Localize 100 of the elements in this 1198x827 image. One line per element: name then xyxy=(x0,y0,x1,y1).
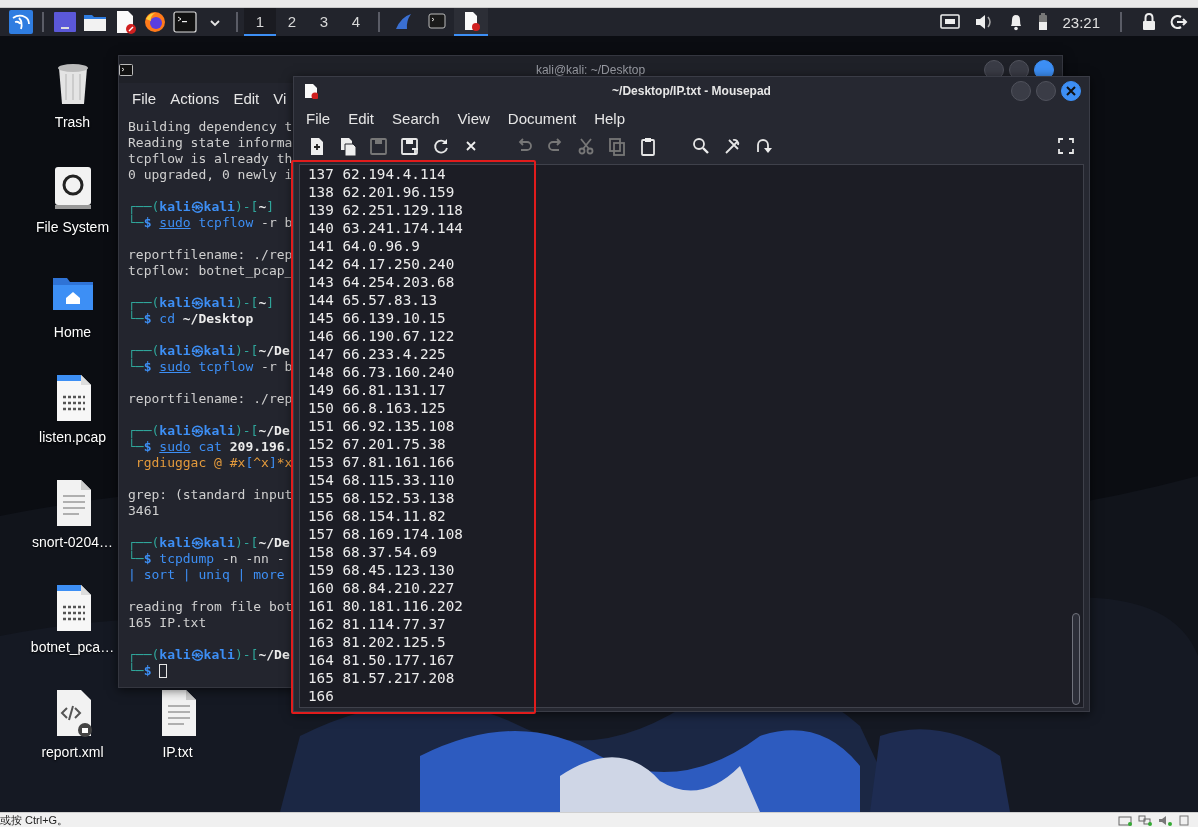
open-file-icon[interactable] xyxy=(338,137,357,156)
menu-item[interactable]: Edit xyxy=(233,89,260,107)
terminal-text: sudo xyxy=(159,439,191,455)
text-line: 143 64.254.203.68 xyxy=(308,273,455,291)
text-line: 156 68.154.11.82 xyxy=(308,507,446,525)
terminal-icon[interactable] xyxy=(173,10,197,34)
icon-label[interactable]: Home xyxy=(53,324,92,340)
text-line: 144 65.57.83.13 xyxy=(308,291,438,309)
text-line: 139 62.251.129.118 xyxy=(308,201,463,219)
text-line: 164 81.50.177.167 xyxy=(308,651,455,669)
find-replace-icon[interactable] xyxy=(723,137,742,156)
menu-item[interactable]: Edit xyxy=(348,110,375,127)
terminal-text: $ xyxy=(143,359,153,375)
terminal-text: kali㉿kali xyxy=(159,535,235,551)
icon-label[interactable]: Trash xyxy=(54,114,91,130)
terminal-text: ] xyxy=(268,455,277,471)
window-icon[interactable] xyxy=(1178,814,1190,826)
audio-icon[interactable] xyxy=(1158,814,1172,826)
save-as-icon[interactable] xyxy=(400,137,419,156)
text-line: 137 62.194.4.114 xyxy=(308,165,446,183)
window-title: kali@kali: ~/Desktop xyxy=(535,62,646,77)
taskbar-button[interactable] xyxy=(454,8,488,36)
terminal-text: 165 IP.txt xyxy=(128,615,207,631)
terminal-text: kali㉿kali xyxy=(159,199,235,215)
firefox-icon[interactable] xyxy=(143,10,167,34)
menu-item[interactable]: Actions xyxy=(170,89,220,107)
workspace-tab[interactable]: 4 xyxy=(340,8,372,36)
close-button[interactable] xyxy=(1061,81,1081,101)
text-line: 162 81.114.77.37 xyxy=(308,615,446,633)
network-icon[interactable] xyxy=(940,14,961,30)
workspace-tab[interactable]: 2 xyxy=(276,8,308,36)
text-line: 153 67.81.161.166 xyxy=(308,453,455,471)
terminal-text: sudo xyxy=(159,359,191,375)
terminal-text: kali㉿kali xyxy=(159,647,235,663)
terminal-text: kali㉿kali xyxy=(159,423,235,439)
workspace-tab[interactable]: 3 xyxy=(308,8,340,36)
terminal-text: rgdiuggac @ #x xyxy=(134,455,246,471)
workspace-icon[interactable] xyxy=(53,10,77,34)
terminal-text: ~/Desktop xyxy=(181,311,254,327)
window-title: ~/Desktop/IP.txt - Mousepad xyxy=(612,84,771,98)
text-line: 159 68.45.123.130 xyxy=(308,561,455,579)
text-line: 165 81.57.217.208 xyxy=(308,669,455,687)
terminal-text: ^x xyxy=(253,455,269,471)
battery-icon[interactable] xyxy=(1038,13,1049,31)
text-area[interactable] xyxy=(299,164,1084,708)
terminal-text: ] xyxy=(266,199,275,215)
terminal-text: [ xyxy=(245,455,254,471)
kali-dragon-icon[interactable] xyxy=(9,10,33,34)
text-line: 166 xyxy=(308,687,334,705)
paste-icon[interactable] xyxy=(639,137,658,156)
workspace-tab[interactable]: 1 xyxy=(244,8,276,36)
icon-label[interactable]: File System xyxy=(35,219,110,235)
logout-icon[interactable] xyxy=(1170,13,1188,31)
menu-item[interactable]: View xyxy=(457,110,490,127)
clock[interactable]: 23:21 xyxy=(1062,13,1100,31)
text-line: 157 68.169.174.108 xyxy=(308,525,463,543)
icon-label[interactable]: botnet_pca… xyxy=(30,639,115,655)
terminal-text: cd xyxy=(159,311,175,327)
terminal-text: )-[ xyxy=(234,295,259,311)
terminal-text: $ xyxy=(143,663,153,679)
terminal-text: ┌──( xyxy=(128,535,160,551)
terminal-text: -r b xyxy=(260,215,293,231)
text-line: 141 64.0.96.9 xyxy=(308,237,420,255)
text-line: 152 67.201.75.38 xyxy=(308,435,446,453)
menu-item[interactable]: Document xyxy=(507,110,577,127)
lock-icon[interactable] xyxy=(1142,13,1156,31)
terminal-text: ~ xyxy=(258,295,267,311)
icon-label[interactable]: report.xml xyxy=(41,744,104,760)
icon-label[interactable]: listen.pcap xyxy=(39,429,106,445)
search-icon[interactable] xyxy=(692,137,711,156)
terminal-text: ~/De xyxy=(258,647,290,663)
terminal-text: └─ xyxy=(128,359,144,375)
terminal-text: ┌──( xyxy=(128,423,160,439)
terminal-text: ┌──( xyxy=(128,295,160,311)
terminal-text: *x xyxy=(276,455,293,471)
copy-icon[interactable] xyxy=(608,137,627,156)
terminal-text: reportfilename: ./rep xyxy=(128,391,293,407)
fullscreen-icon[interactable] xyxy=(1057,137,1076,156)
terminal-text: )-[ xyxy=(234,199,259,215)
menu-item[interactable]: Vi xyxy=(273,89,287,107)
menu-item[interactable]: Search xyxy=(392,110,440,127)
text-line: 154 68.115.33.110 xyxy=(308,471,455,489)
icon-label[interactable]: IP.txt xyxy=(162,744,193,760)
save-icon[interactable] xyxy=(369,137,388,156)
menu-item[interactable]: File xyxy=(132,89,157,107)
icon-label[interactable]: snort-0204… xyxy=(32,534,113,550)
menu-item[interactable]: File xyxy=(306,110,331,127)
terminal-text: ┌──( xyxy=(128,647,160,663)
text-line: 140 63.241.174.144 xyxy=(308,219,463,237)
terminal-text: 3461 xyxy=(128,503,160,519)
terminal-text: ┌──( xyxy=(128,343,160,359)
menu-item[interactable]: Help xyxy=(594,110,626,127)
text-line: 148 66.73.160.240 xyxy=(308,363,455,381)
text-editor-icon xyxy=(304,83,318,99)
terminal-text: kali㉿kali xyxy=(159,295,235,311)
reload-icon[interactable] xyxy=(431,137,450,156)
cut-icon[interactable] xyxy=(577,137,596,156)
terminal-text: 209.196. xyxy=(228,439,293,455)
scrollbar-thumb[interactable] xyxy=(1072,613,1080,705)
terminal-text: Building dependency t xyxy=(128,119,293,135)
